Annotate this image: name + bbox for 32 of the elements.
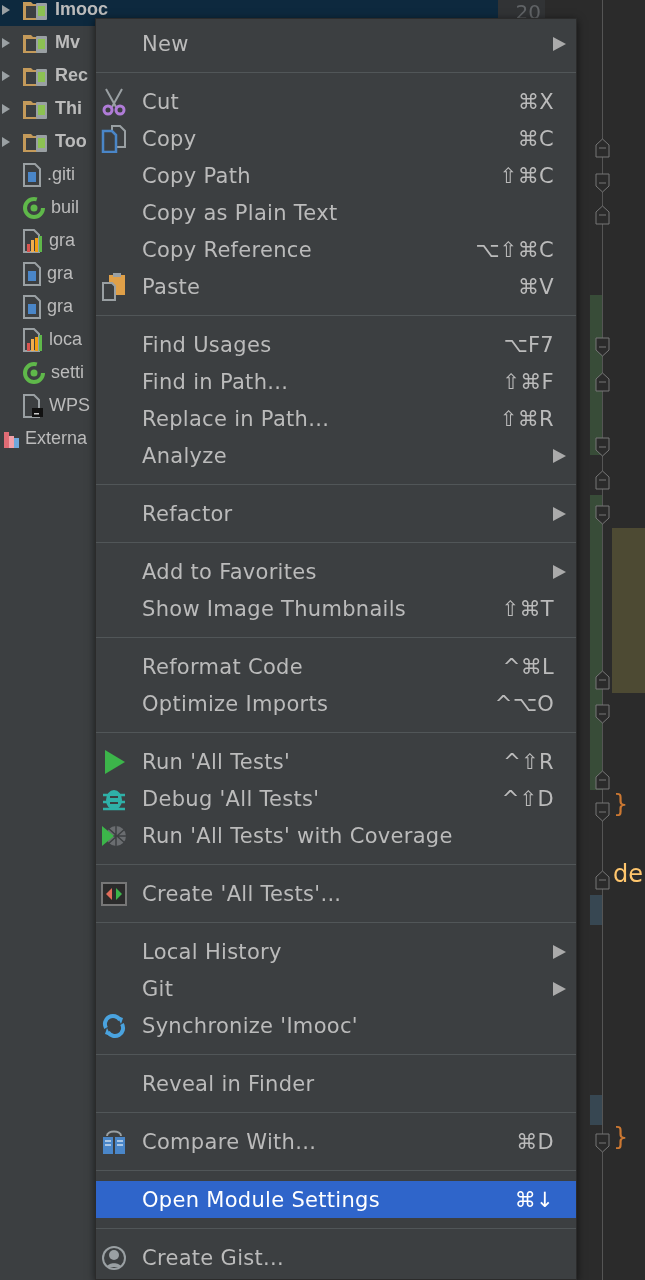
shortcut-text: ^⌘L (502, 654, 554, 679)
tree-item-label: Externa (25, 428, 88, 449)
shortcut-text: ⇧⌘R (499, 406, 554, 431)
code-text: } (613, 1123, 629, 1151)
code-text: de (613, 860, 643, 888)
tree-item-label: setti (51, 362, 84, 383)
tree-item-label: Thi (55, 98, 82, 119)
tree-item-label: gra (49, 230, 75, 251)
shortcut-text: ⌘D (516, 1129, 554, 1154)
tree-item-label: Rec (55, 65, 89, 86)
shortcut-text: ⌘V (518, 274, 554, 299)
shortcut-text: ⌘C (517, 126, 554, 151)
shortcut-text: ⌥⇧⌘C (475, 237, 554, 262)
code-text: } (613, 790, 629, 818)
tree-item-label: gra (47, 263, 73, 284)
tree-item-label: buil (51, 197, 80, 218)
tree-item-label: Too (55, 131, 87, 152)
tree-item-label: Mv (55, 32, 80, 53)
shortcut-text: ^⇧R (503, 749, 554, 774)
tree-item-label: Imooc (55, 0, 108, 20)
shortcut-text: ⌘X (518, 89, 554, 114)
tree-item-label: loca (49, 329, 83, 350)
tree-item-label: WPS (49, 395, 90, 416)
tree-item-label: .giti (47, 164, 75, 185)
shortcut-text: ⇧⌘C (499, 163, 554, 188)
shortcut-text: ⌥F7 (503, 332, 554, 357)
tree-item-label: gra (47, 296, 73, 317)
shortcut-text: ⌘↓ (514, 1187, 554, 1212)
shortcut-text: ⇧⌘T (501, 596, 554, 621)
shortcut-text: ⇧⌘F (502, 369, 554, 394)
shortcut-text: ^⇧D (501, 786, 554, 811)
shortcut-text: ^⌥O (494, 691, 554, 716)
